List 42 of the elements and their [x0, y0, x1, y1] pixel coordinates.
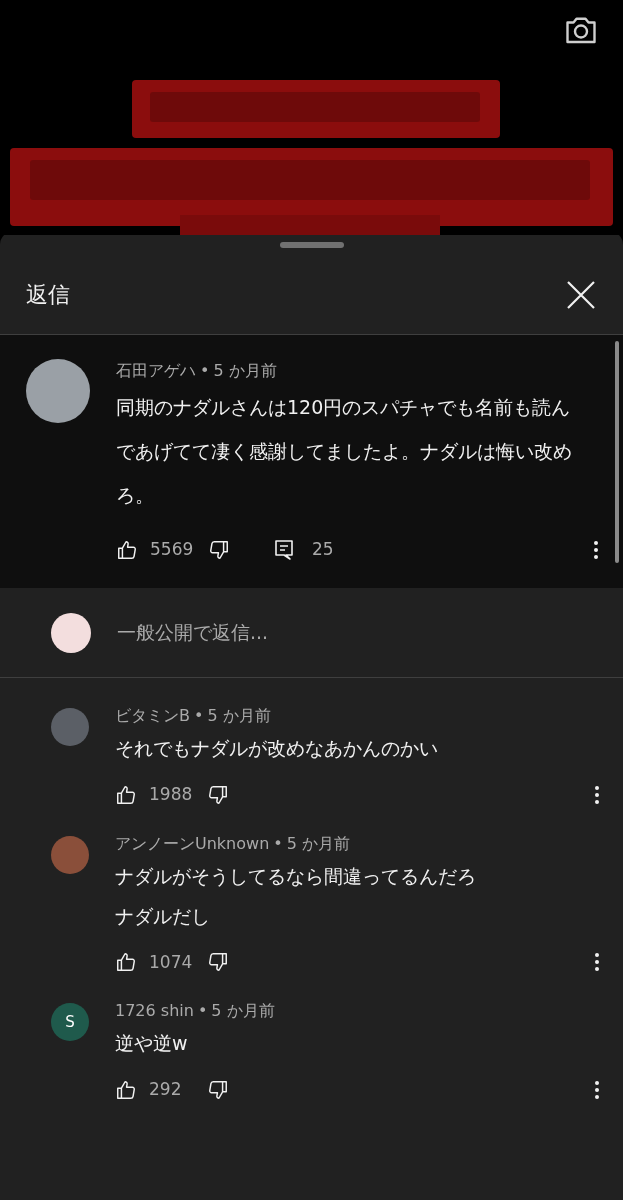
thumbs-up-icon[interactable] — [115, 783, 137, 806]
thumbs-down-icon[interactable] — [207, 783, 229, 806]
separator-dot: • — [200, 360, 210, 382]
avatar[interactable] — [51, 612, 91, 653]
like-count: 292 — [149, 1078, 183, 1101]
reply-input[interactable]: 一般公開で返信... — [117, 618, 623, 647]
avatar-letter: S — [65, 1011, 75, 1033]
close-icon[interactable] — [565, 278, 597, 311]
drag-handle[interactable] — [279, 242, 344, 248]
comment-time: 5 か月前 — [207, 705, 271, 727]
comment-author[interactable]: ビタミンB — [115, 704, 190, 728]
more-icon[interactable] — [593, 539, 599, 560]
more-icon[interactable] — [594, 784, 600, 805]
comment-time: 5 か月前 — [213, 360, 277, 382]
reply-count-button[interactable]: 25 — [274, 537, 334, 563]
comment-icon — [274, 538, 294, 561]
sheet-title: 返信 — [26, 281, 70, 309]
comment-time: 5 か月前 — [286, 832, 350, 855]
comment-text: 同期のナダルさんは120円のスパチャでも名前も読んであげてて凄く感謝してましたよ。ナダルは悔い改めろ。 — [116, 395, 573, 508]
separator-dot: • — [197, 1000, 208, 1022]
comment-author[interactable]: 石田アゲハ — [116, 359, 196, 383]
comment-author[interactable]: 1726 shin — [115, 999, 194, 1023]
comment-text: それでもナダルが改めなあかんのかい — [115, 736, 439, 761]
thumbs-up-icon[interactable] — [115, 951, 137, 974]
thumbs-up-icon[interactable] — [116, 538, 138, 561]
comment-text: ナダルだし — [115, 903, 211, 929]
thumbs-down-icon[interactable] — [208, 538, 230, 561]
comment-text: ナダルがそうしてるなら間違ってるんだろ — [115, 863, 477, 889]
like-count: 1074 — [149, 950, 194, 974]
separator-dot: • — [194, 705, 204, 727]
like-count: 1988 — [149, 783, 194, 806]
separator-dot: • — [273, 832, 283, 855]
more-icon[interactable] — [594, 952, 600, 973]
thumbs-up-icon[interactable] — [115, 1078, 137, 1101]
like-count: 5569 — [150, 538, 195, 561]
avatar[interactable]: S — [51, 1003, 89, 1041]
more-icon[interactable] — [594, 1079, 600, 1100]
comment-text: 逆や逆w — [115, 1031, 189, 1056]
comment-time: 5 か月前 — [211, 1000, 275, 1022]
thumbs-down-icon[interactable] — [207, 1078, 229, 1101]
comment-author[interactable]: アンノーンUnknown — [115, 831, 270, 856]
thumbs-down-icon[interactable] — [207, 951, 229, 974]
